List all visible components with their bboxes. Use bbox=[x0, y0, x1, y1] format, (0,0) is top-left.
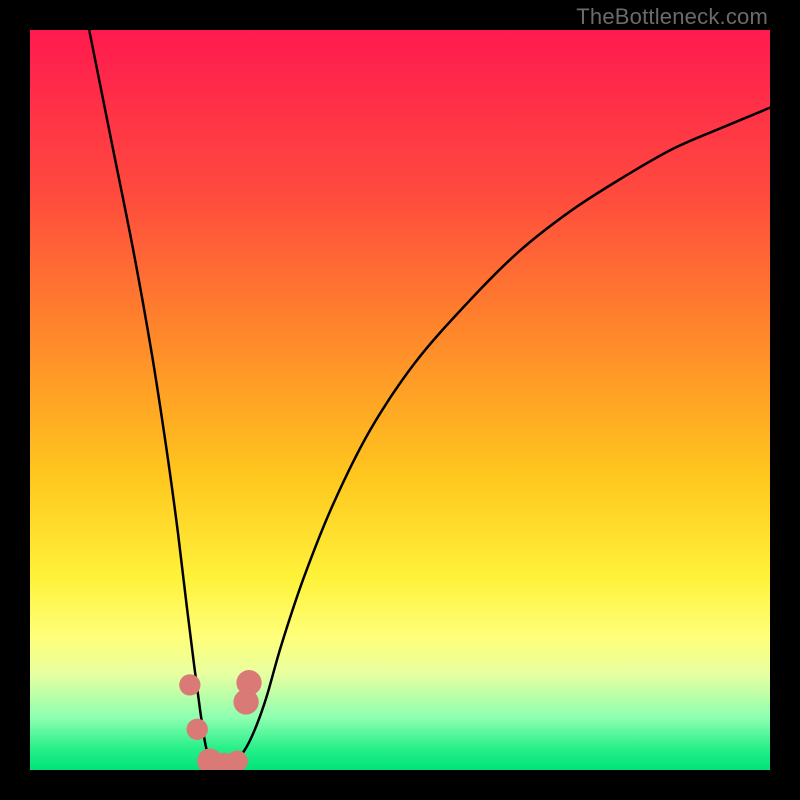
marker-dots bbox=[179, 670, 262, 770]
bottleneck-curve bbox=[89, 30, 770, 768]
watermark-label: TheBottleneck.com bbox=[576, 4, 768, 30]
dot-bottom-c bbox=[227, 750, 248, 770]
dot-left-upper bbox=[179, 674, 200, 695]
dot-right-b bbox=[236, 670, 261, 695]
dot-left-lower bbox=[187, 719, 208, 740]
chart-frame: TheBottleneck.com bbox=[0, 0, 800, 800]
plot-area bbox=[30, 30, 770, 770]
curve-layer bbox=[30, 30, 770, 770]
